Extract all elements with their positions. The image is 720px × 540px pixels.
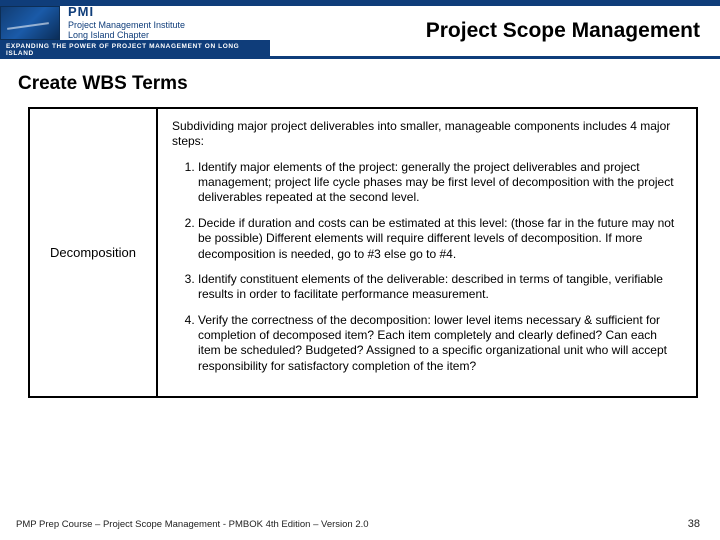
step-item: Verify the correctness of the decomposit… <box>198 313 682 374</box>
org-line2: Long Island Chapter <box>68 30 149 40</box>
page-number: 38 <box>688 518 700 530</box>
definition-intro: Subdividing major project deliverables i… <box>172 119 682 150</box>
section-heading: Create WBS Terms <box>0 59 720 103</box>
step-item: Identify major elements of the project: … <box>198 160 682 206</box>
term-definition: Subdividing major project deliverables i… <box>158 109 696 396</box>
footer-text: PMP Prep Course – Project Scope Manageme… <box>16 519 369 530</box>
header: PMI Project Management Institute Long Is… <box>0 6 720 59</box>
org-name: PMI Project Management Institute Long Is… <box>68 5 185 41</box>
org-line1: Project Management Institute <box>68 20 185 30</box>
definition-table: Decomposition Subdividing major project … <box>28 107 698 398</box>
tagline: EXPANDING THE POWER OF PROJECT MANAGEMEN… <box>0 40 270 56</box>
page-title: Project Scope Management <box>270 6 720 56</box>
org-abbrev: PMI <box>68 5 185 20</box>
term-name: Decomposition <box>30 109 158 396</box>
steps-list: Identify major elements of the project: … <box>172 160 682 374</box>
step-item: Decide if duration and costs can be esti… <box>198 216 682 262</box>
pmi-logo-icon <box>0 6 60 40</box>
logo-block: PMI Project Management Institute Long Is… <box>0 6 270 56</box>
step-item: Identify constituent elements of the del… <box>198 272 682 303</box>
